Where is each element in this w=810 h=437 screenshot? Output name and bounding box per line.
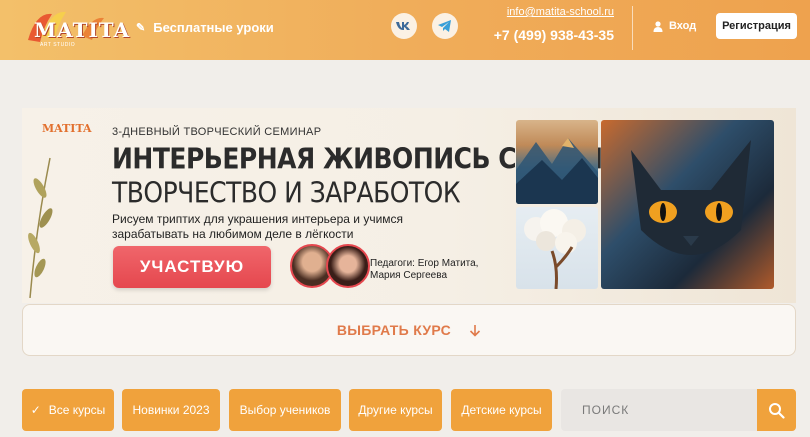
banner-subtitle: 3-ДНЕВНЫЙ ТВОРЧЕСКИЙ СЕМИНАР xyxy=(112,126,322,138)
check-icon: ✓ xyxy=(30,403,41,417)
teachers-label: Педагоги: Егор Матита, xyxy=(370,258,479,269)
teacher-avatar-2 xyxy=(326,244,370,288)
cat-painting xyxy=(601,120,774,289)
vk-icon xyxy=(396,22,410,30)
phone-link[interactable]: +7 (499) 938-43-35 xyxy=(486,27,614,43)
olive-branch-decoration xyxy=(28,157,53,298)
teachers-names: Мария Сергеева xyxy=(370,270,448,281)
filter-new-2023[interactable]: Новинки 2023 xyxy=(122,389,220,431)
pencil-icon: ✎ xyxy=(136,21,146,34)
arrow-down-icon xyxy=(470,324,481,337)
email-link[interactable]: info@matita-school.ru xyxy=(486,6,614,18)
choose-course-label: ВЫБРАТЬ КУРС xyxy=(336,322,452,338)
banner-logo: MATITA xyxy=(42,122,92,135)
banner-title-line2: ТВОРЧЕСТВО И ЗАРАБОТОК xyxy=(112,176,461,210)
cat-image xyxy=(631,140,751,255)
site-logo[interactable]: MATITA ART STUDIO xyxy=(22,6,129,52)
promo-banner[interactable]: MATITA 3-ДНЕВНЫЙ ТВОРЧЕСКИЙ СЕМИНАР ИНТЕ… xyxy=(22,108,796,303)
register-button[interactable]: Регистрация xyxy=(716,13,797,39)
login-link[interactable]: Вход xyxy=(653,20,696,32)
logo-subtitle: ART STUDIO xyxy=(40,42,76,48)
login-label: Вход xyxy=(669,20,697,32)
mountains-image xyxy=(516,138,598,204)
search-input[interactable] xyxy=(561,389,757,431)
filter-all-courses[interactable]: ✓ Все курсы xyxy=(22,389,114,431)
user-icon xyxy=(653,20,663,32)
search-button[interactable] xyxy=(757,389,796,431)
filter-other-courses[interactable]: Другие курсы xyxy=(349,389,442,431)
filter-students-choice[interactable]: Выбор учеников xyxy=(229,389,341,431)
filter-kids-courses[interactable]: Детские курсы xyxy=(451,389,552,431)
teachers-caption: Педагоги: Егор Матита, Мария Сергеева xyxy=(370,258,478,282)
filter-label: Все курсы xyxy=(48,403,106,417)
choose-course-button[interactable]: ВЫБРАТЬ КУРС xyxy=(22,304,796,356)
free-lessons-label: Бесплатные уроки xyxy=(153,19,274,35)
participate-button[interactable]: УЧАСТВУЮ xyxy=(113,246,271,288)
site-header: MATITA ART STUDIO ✎ Бесплатные уроки inf… xyxy=(0,0,810,60)
vk-button[interactable] xyxy=(391,13,417,39)
mountains-painting xyxy=(516,120,598,204)
contacts: info@matita-school.ru +7 (499) 938-43-35 xyxy=(486,6,614,43)
banner-description: Рисуем триптих для украшения интерьера и… xyxy=(112,212,404,241)
blossom-tree-image xyxy=(524,209,586,289)
telegram-icon xyxy=(438,20,451,32)
search-icon xyxy=(769,402,785,419)
telegram-button[interactable] xyxy=(432,13,458,39)
free-lessons-link[interactable]: ✎ Бесплатные уроки xyxy=(136,17,274,37)
blossom-tree-painting xyxy=(516,207,598,289)
header-divider xyxy=(632,6,633,50)
logo-text: MATITA xyxy=(34,18,131,42)
